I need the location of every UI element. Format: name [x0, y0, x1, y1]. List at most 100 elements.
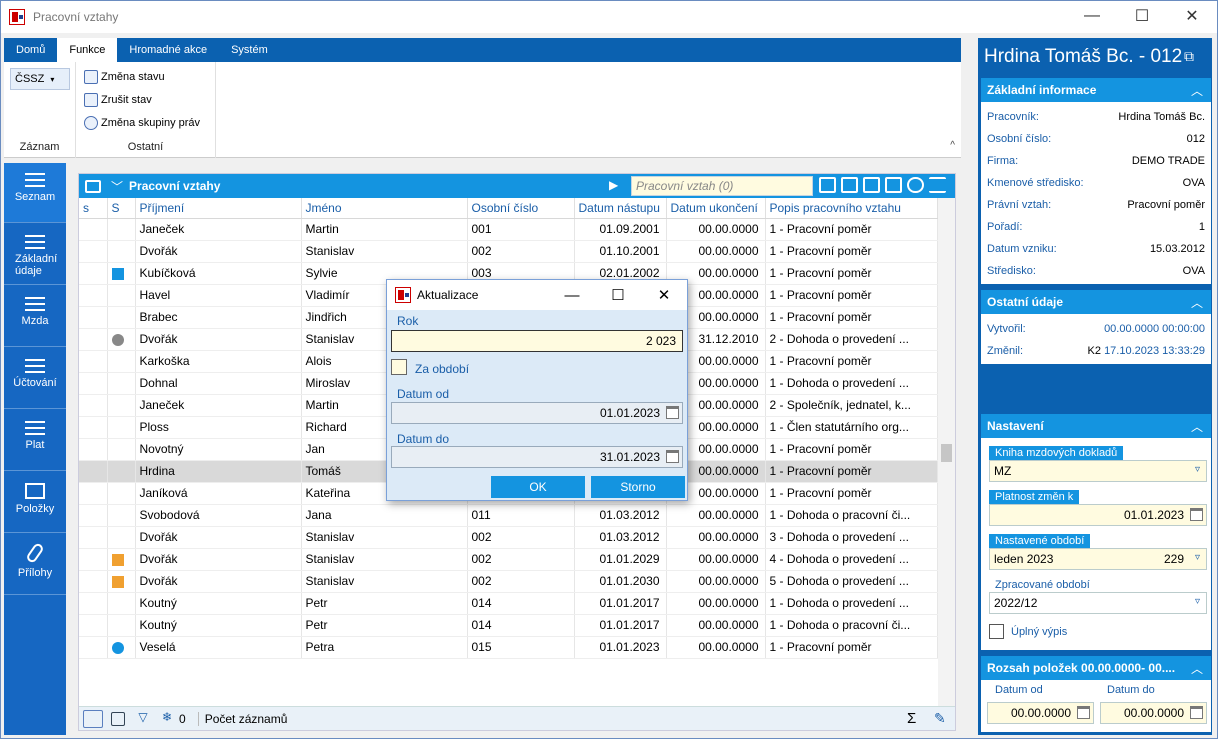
book-icon[interactable] — [85, 179, 101, 193]
panel-splitter[interactable] — [965, 38, 973, 735]
table-row[interactable]: Dvořák Stanislav 002 01.03.2012 00.00.0000 3 … — [79, 526, 938, 549]
sidebar-item-prilohy[interactable]: Přílohy — [4, 535, 66, 595]
table-row[interactable]: Koutný Petr 014 01.01.2017 00.00.0000 1 - Doh… — [79, 614, 938, 637]
table-cell: Dvořák — [135, 548, 302, 571]
chart-icon[interactable] — [841, 177, 858, 193]
archive-icon[interactable] — [111, 711, 125, 726]
pencil-icon[interactable]: ✎ — [934, 710, 946, 727]
rozsah-do-input[interactable]: 00.00.0000 — [1100, 702, 1207, 724]
datum-od-input[interactable]: 01.01.2023 — [391, 402, 683, 424]
table-cell — [107, 240, 136, 263]
chevron-up-icon[interactable]: ︿ — [1191, 82, 1203, 99]
menu-icon[interactable] — [929, 177, 946, 193]
search-input[interactable]: Pracovní vztah (0) — [631, 176, 813, 196]
column-header[interactable]: Příjmení — [135, 198, 302, 219]
table-row[interactable]: Koutný Petr 014 01.01.2017 00.00.0000 1 - Doh… — [79, 592, 938, 615]
table-cell — [107, 350, 136, 373]
sidebar-item-seznam[interactable]: Seznam — [4, 163, 66, 223]
sidebar-item-uctovani[interactable]: Účtování — [4, 349, 66, 409]
rozsah-od-input[interactable]: 00.00.0000 — [987, 702, 1094, 724]
calendar-icon[interactable] — [1190, 508, 1203, 521]
za-obdobi-checkbox[interactable] — [391, 359, 407, 375]
column-header[interactable]: Datum ukončení — [666, 198, 766, 219]
dialog-maximize-button[interactable]: ☐ — [595, 280, 641, 310]
table-row[interactable]: Veselá Petra 015 01.01.2023 00.00.0000 1 - Pr… — [79, 636, 938, 659]
info-value: 1 — [1198, 221, 1205, 233]
storno-button[interactable]: Storno — [591, 476, 685, 498]
datum-do-label: Datum do — [397, 432, 450, 446]
datum-do-input[interactable]: 31.01.2023 — [391, 446, 683, 468]
zmena-stavu-button[interactable]: Změna stavu — [84, 70, 165, 84]
tab-domu[interactable]: Domů — [4, 38, 57, 62]
column-header[interactable]: s — [79, 198, 108, 219]
rok-input[interactable]: 2 023 — [391, 330, 683, 352]
table-row[interactable]: Janeček Martin 001 01.09.2001 00.00.0000 1 - … — [79, 218, 938, 241]
table-cell — [79, 328, 108, 351]
column-header[interactable]: Popis pracovního vztahu — [765, 198, 938, 219]
book-icon[interactable] — [83, 709, 103, 728]
zmena-skupiny-prav-button[interactable]: Změna skupiny práv — [84, 116, 200, 130]
kniha-select[interactable]: MZ ▿ — [989, 460, 1207, 482]
column-header[interactable]: Osobní číslo — [467, 198, 575, 219]
column-header[interactable]: Datum nástupu — [574, 198, 667, 219]
calendar-icon[interactable] — [1077, 706, 1090, 719]
calendar-icon[interactable] — [1190, 706, 1203, 719]
section-header[interactable]: Ostatní údaje ︿ — [981, 290, 1211, 314]
vertical-scrollbar[interactable] — [938, 198, 955, 706]
sidebar-item-zakladni-udaje[interactable]: Základní údaje — [4, 225, 66, 285]
section-header[interactable]: Rozsah položek 00.00.0000- 00.... ︿ — [981, 656, 1211, 680]
platnost-input[interactable]: 01.01.2023 — [989, 504, 1207, 526]
snowflake-icon[interactable]: ❄ — [157, 710, 177, 728]
table-row[interactable]: Svobodová Jana 011 01.03.2012 00.00.0000 1 - … — [79, 504, 938, 527]
tab-system[interactable]: Systém — [219, 38, 280, 62]
uplny-vypis-checkbox[interactable] — [989, 624, 1004, 639]
table-cell — [107, 328, 136, 351]
chevron-up-icon[interactable]: ︿ — [1191, 660, 1203, 677]
sidebar-item-plat[interactable]: Plat — [4, 411, 66, 471]
chevron-up-icon[interactable]: ︿ — [1191, 418, 1203, 435]
cssz-button[interactable]: ČSSZ ▾ — [10, 68, 70, 90]
close-button[interactable]: ✕ — [1167, 1, 1217, 31]
dialog-minimize-button[interactable]: — — [549, 280, 595, 310]
table-cell: 011 — [467, 504, 575, 527]
table-cell: Stanislav — [301, 526, 468, 549]
gear-icon[interactable] — [907, 177, 924, 193]
filter-icon[interactable]: ▽ — [133, 710, 153, 728]
table-row[interactable]: Dvořák Stanislav 002 01.01.2030 00.00.0000 5 … — [79, 570, 938, 593]
dialog-close-button[interactable]: ✕ — [641, 280, 687, 310]
print-icon[interactable] — [819, 177, 836, 193]
table-row[interactable]: Dvořák Stanislav 002 01.10.2001 00.00.0000 1 … — [79, 240, 938, 263]
collapse-ribbon-icon[interactable]: ^ — [950, 140, 955, 151]
sidebar-item-polozky[interactable]: Položky — [4, 473, 66, 533]
ok-button[interactable]: OK — [491, 476, 585, 498]
chevron-up-icon[interactable]: ︿ — [1191, 294, 1203, 311]
table-cell: 1 - Pracovní poměr — [765, 240, 938, 263]
scrollbar-thumb[interactable] — [941, 444, 952, 462]
calendar-icon[interactable] — [666, 406, 679, 419]
zpracovane-select[interactable]: 2022/12 ▿ — [989, 592, 1207, 614]
columns-icon[interactable] — [885, 177, 902, 193]
table-cell — [79, 306, 108, 329]
obdobi-select[interactable]: leden 2023 229 ▿ — [989, 548, 1207, 570]
maximize-button[interactable]: ☐ — [1117, 1, 1167, 31]
sidebar-item-mzda[interactable]: Mzda — [4, 287, 66, 347]
section-header[interactable]: Nastavení ︿ — [981, 414, 1211, 438]
table-row[interactable]: Dvořák Stanislav 002 01.01.2029 00.00.0000 4 … — [79, 548, 938, 571]
tab-hromadne-akce[interactable]: Hromadné akce — [117, 38, 219, 62]
dropdown-icon[interactable]: ▿ — [1195, 552, 1200, 563]
calendar-icon[interactable] — [666, 450, 679, 463]
zrusit-stav-button[interactable]: Zrušit stav — [84, 93, 152, 107]
tab-funkce[interactable]: Funkce — [57, 38, 118, 62]
dropdown-icon[interactable]: ▿ — [1195, 464, 1200, 475]
column-header[interactable]: S — [107, 198, 136, 219]
play-icon[interactable]: ▶ — [609, 178, 618, 192]
chevron-down-icon[interactable]: ﹀ — [111, 178, 123, 195]
dropdown-icon[interactable]: ▿ — [1195, 596, 1200, 607]
external-link-icon[interactable]: ⧉ — [1184, 48, 1194, 65]
section-header[interactable]: Základní informace ︿ — [981, 78, 1211, 102]
table-cell — [107, 306, 136, 329]
minimize-button[interactable]: — — [1067, 1, 1117, 31]
sum-icon[interactable]: Σ — [907, 710, 916, 727]
binoculars-icon[interactable] — [863, 177, 880, 193]
column-header[interactable]: Jméno — [301, 198, 468, 219]
